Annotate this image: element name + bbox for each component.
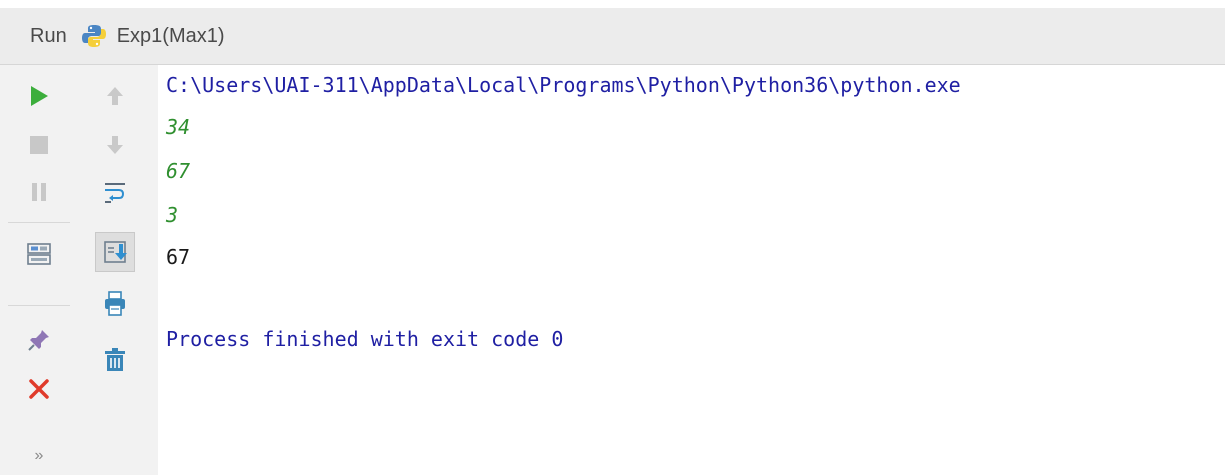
run-tab-label[interactable]: Run bbox=[30, 25, 67, 48]
pause-icon[interactable] bbox=[22, 175, 56, 209]
run-actions-toolbar: » bbox=[0, 65, 79, 475]
process-exit-message: Process finished with exit code 0 bbox=[166, 327, 564, 351]
console-output[interactable]: C:\Users\UAI-311\AppData\Local\Programs\… bbox=[158, 65, 1225, 475]
console-actions-toolbar bbox=[78, 65, 159, 475]
run-tool-window: Run Exp1(Max1) » C:\Users\UAI-311\AppDat… bbox=[0, 0, 1225, 475]
pin-icon[interactable] bbox=[22, 323, 56, 357]
down-arrow-icon[interactable] bbox=[98, 128, 132, 162]
command-line: C:\Users\UAI-311\AppData\Local\Programs\… bbox=[166, 73, 961, 97]
stop-icon[interactable] bbox=[22, 128, 56, 162]
run-tool-window-header: Run Exp1(Max1) bbox=[0, 8, 1225, 65]
toolbar-divider bbox=[8, 222, 70, 223]
close-icon[interactable] bbox=[22, 372, 56, 406]
trash-icon[interactable] bbox=[98, 343, 132, 377]
python-icon bbox=[81, 23, 107, 49]
run-config-name[interactable]: Exp1(Max1) bbox=[117, 25, 225, 48]
more-icon[interactable]: » bbox=[22, 439, 56, 473]
console-input-line: 3 bbox=[166, 203, 179, 227]
console-output-line: 67 bbox=[166, 245, 191, 269]
console-input-line: 67 bbox=[166, 159, 191, 183]
soft-wrap-icon[interactable] bbox=[98, 175, 132, 209]
up-arrow-icon[interactable] bbox=[98, 79, 132, 113]
restore-layout-icon[interactable] bbox=[22, 237, 56, 271]
console-input-line: 34 bbox=[166, 115, 191, 139]
print-icon[interactable] bbox=[98, 287, 132, 321]
scroll-to-end-icon[interactable] bbox=[95, 232, 135, 272]
toolbar-divider bbox=[8, 305, 70, 306]
run-icon[interactable] bbox=[22, 79, 56, 113]
